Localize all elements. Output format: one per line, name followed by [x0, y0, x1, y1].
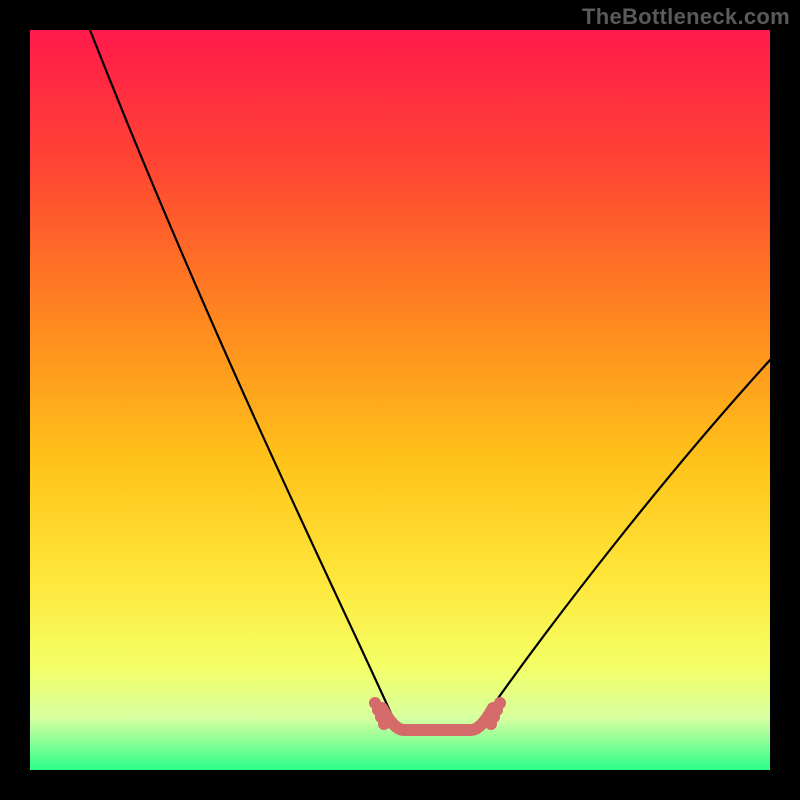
chart-svg — [30, 30, 770, 770]
plot-area — [30, 30, 770, 770]
gradient-background — [30, 30, 770, 770]
watermark-text: TheBottleneck.com — [582, 4, 790, 30]
chart-stage: TheBottleneck.com — [0, 0, 800, 800]
optimal-zone-dot — [369, 697, 381, 709]
optimal-zone-dot — [494, 697, 506, 709]
